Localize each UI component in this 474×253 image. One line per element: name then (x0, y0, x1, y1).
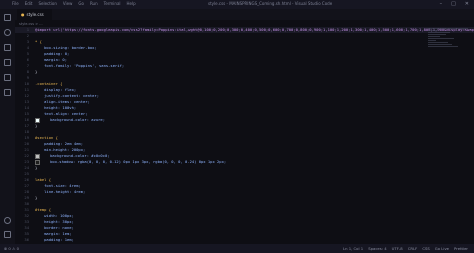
color-swatch[interactable] (35, 117, 40, 123)
remote-icon[interactable] (4, 89, 11, 96)
line-text: } (35, 165, 38, 170)
status-item[interactable]: CSS (422, 246, 429, 251)
menu-item-edit[interactable]: Edit (25, 1, 33, 6)
status-item[interactable]: Spaces: 4 (368, 246, 386, 251)
status-bar: ⊗ 0 ⚠ 0 Ln 1, Col 1 Spaces: 4 UTF-8 CRLF CSS… (0, 244, 474, 253)
extensions-icon[interactable] (4, 74, 11, 81)
line-text: min-height: 200px; (35, 147, 86, 152)
close-button[interactable]: ✕ (465, 1, 469, 7)
menu-item-terminal[interactable]: Terminal (104, 1, 121, 6)
line-text: padding: 0; (35, 51, 70, 56)
minimize-button[interactable]: – (440, 1, 443, 7)
maximize-button[interactable]: □ (451, 1, 456, 7)
breadcrumb[interactable]: style.css > ... (19, 22, 43, 26)
line-text: line-height: 4rem; (35, 189, 86, 194)
status-item[interactable]: Go Live (435, 246, 449, 251)
search-icon[interactable] (4, 29, 11, 36)
menu-item-selection[interactable]: Selection (38, 1, 56, 6)
files-icon[interactable] (4, 14, 11, 21)
line-text: margin: 1em; (35, 231, 72, 236)
tab-style-css[interactable]: ● style.css (17, 9, 52, 20)
status-item[interactable]: UTF-8 (392, 246, 403, 251)
line-text: font-family: 'Poppins', sans-serif; (35, 63, 125, 68)
line-text: padding: 2em 4em; (35, 141, 84, 146)
menu-item-help[interactable]: Help (127, 1, 136, 6)
line-text: align-items: center; (35, 99, 90, 104)
settings-icon[interactable] (4, 231, 11, 238)
window-title: style.css - MAINSPRINGS_Coming.sh.html -… (208, 1, 333, 6)
line-text: } (35, 123, 38, 128)
line-text: .container { (35, 81, 63, 86)
status-item[interactable]: Prettier (454, 246, 468, 251)
title-bar: File Edit Selection View Go Run Terminal Help s… (0, 0, 474, 9)
line-text: background-color: azure; (41, 117, 106, 122)
line-text: #temp { (35, 207, 52, 212)
tab-bar: ● style.css (15, 9, 474, 20)
problems-status[interactable]: ⊗ 0 ⚠ 0 (4, 246, 19, 251)
activity-bar (0, 9, 15, 244)
account-icon[interactable] (4, 217, 11, 224)
line-text: @import url('https://fonts.googleapis.co… (35, 27, 474, 32)
line-text: font-size: 4rem; (35, 183, 81, 188)
line-text: height: 30px; (35, 219, 74, 224)
status-item[interactable]: CRLF (408, 246, 418, 251)
status-right-items: Ln 1, Col 1 Spaces: 4 UTF-8 CRLF CSS Go Live P… (343, 246, 468, 251)
menu-item-file[interactable]: File (12, 1, 19, 6)
line-text: text-align: center; (35, 111, 88, 116)
line-text: box-sizing: border-box; (35, 45, 97, 50)
menu-item-go[interactable]: Go (78, 1, 84, 6)
line-text: box-shadow: rgba(0, 0, 0, 0.12) 0px 1px … (41, 159, 227, 164)
line-text: label { (35, 177, 52, 182)
line-text: padding: 1em; (35, 237, 74, 242)
line-text: } (35, 195, 38, 200)
menu-item-view[interactable]: View (63, 1, 73, 6)
minimap[interactable] (428, 27, 472, 67)
line-text: background-color: #c0c0c0; (41, 153, 110, 158)
line-text: } (35, 69, 38, 74)
menu-bar: File Edit Selection View Go Run Terminal Help (12, 1, 136, 6)
menu-item-run[interactable]: Run (90, 1, 98, 6)
color-swatch[interactable] (35, 159, 40, 165)
status-item[interactable]: Ln 1, Col 1 (343, 246, 363, 251)
line-text: #section { (35, 135, 58, 140)
line-text: width: 100px; (35, 213, 74, 218)
source-control-icon[interactable] (4, 44, 11, 51)
line-text: height: 100vh; (35, 105, 77, 110)
line-text: margin: 0; (35, 57, 68, 62)
line-text: justify-content: center; (35, 93, 100, 98)
code-editor[interactable]: 1 @import url('https://fonts.googleapis.c… (15, 27, 474, 244)
tab-label: style.css (26, 12, 44, 17)
modified-indicator: ● (21, 12, 25, 17)
color-swatch[interactable] (35, 153, 40, 159)
line-text: * { (35, 39, 42, 44)
window-controls: – □ ✕ (440, 1, 469, 7)
run-debug-icon[interactable] (4, 59, 11, 66)
line-text: border: none; (35, 225, 74, 230)
line-text: display: flex; (35, 87, 77, 92)
